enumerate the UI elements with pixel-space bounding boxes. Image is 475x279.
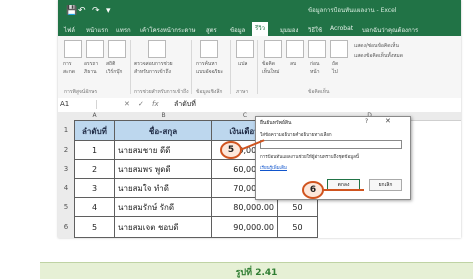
description-label: ใส่ข้อความอธิบายคำอธิบายทางเลือก xyxy=(260,133,332,138)
next-comment-button[interactable]: ถัด ไป xyxy=(332,60,338,76)
close-icon[interactable]: ✕ xyxy=(385,117,391,125)
row-header-6[interactable]: 6 xyxy=(58,217,75,238)
ribbon-divider xyxy=(191,40,192,94)
undo-icon[interactable]: ↶ xyxy=(78,5,86,17)
tab-formulas[interactable]: สูตร xyxy=(206,25,217,35)
step-6-marker: 6 xyxy=(302,181,324,199)
new-comment-button[interactable]: ข้อคิด เห็นใหม่ xyxy=(262,60,279,76)
spelling-icon[interactable] xyxy=(64,40,82,58)
tab-data[interactable]: ข้อมูล xyxy=(230,25,245,35)
ribbon-tabs: ไฟล์ หน้าแรก แทรก เค้าโครงหน้ากระดาษ สูต… xyxy=(58,22,461,36)
table-cell[interactable]: 2 xyxy=(74,160,115,179)
alt-text-dialog: ยืนยันทรัพย์สิน ? ✕ ใส่ข้อความอธิบายคำอธ… xyxy=(255,116,411,200)
show-all-comments-button[interactable]: แสดงข้อคิดเห็นทั้งหมด xyxy=(354,52,403,60)
translate-icon[interactable] xyxy=(236,40,254,58)
table-cell[interactable]: นายสมพร พูดดี xyxy=(115,160,212,179)
group-proofing-label: การพิสูจน์อักษร xyxy=(64,89,98,95)
thesaurus-icon[interactable] xyxy=(86,40,104,58)
tab-help[interactable]: วิธีใช้ xyxy=(308,25,322,35)
step-6-pointer xyxy=(322,189,364,191)
formula-input[interactable]: ลำดับที่ xyxy=(174,100,196,109)
customize-toolbar-icon[interactable]: ▾ xyxy=(106,5,111,17)
window-title: ข้อมูลการป้อนทันแผลงาน - Excel xyxy=(308,7,397,14)
title-bar: 💾 ↶ ↷ ▾ ข้อมูลการป้อนทันแผลงาน - Excel xyxy=(58,0,461,22)
tab-page-layout[interactable]: เค้าโครงหน้ากระดาษ xyxy=(140,25,196,35)
name-box[interactable]: A1 xyxy=(60,100,97,109)
tab-insert[interactable]: แทรก xyxy=(116,25,131,35)
table-cell[interactable]: 50 xyxy=(278,217,318,238)
check-accessibility-button[interactable]: ตรวจสอบการช่วย สำหรับการเข้าถึง xyxy=(134,60,173,76)
table-header-name[interactable]: ชื่อ-สกุล xyxy=(115,120,212,141)
thesaurus-button[interactable]: อรรถา ภิธาน xyxy=(84,60,98,76)
table-cell[interactable]: 5 xyxy=(74,217,115,238)
ribbon-divider xyxy=(230,40,231,94)
row-header-2[interactable]: 2 xyxy=(58,141,75,161)
check-accessibility-icon[interactable] xyxy=(148,40,166,58)
delete-comment-button[interactable]: ลบ xyxy=(290,60,296,68)
learn-more-link[interactable]: เรียนรู้เพิ่มเติม xyxy=(260,164,287,171)
group-language-label: ภาษา xyxy=(236,89,249,95)
cancel-icon[interactable]: ✕ xyxy=(124,100,130,109)
description-input[interactable] xyxy=(260,140,402,149)
table-cell[interactable]: นายสมชาย ดีดี xyxy=(115,141,212,160)
table-cell[interactable]: 1 xyxy=(74,141,115,160)
previous-comment-button[interactable]: ก่อน หน้า xyxy=(310,60,320,76)
smart-lookup-button[interactable]: การค้นหา แบบอัจฉริยะ xyxy=(196,60,223,76)
table-cell[interactable]: นายสมเจต ชอบดี xyxy=(115,217,212,238)
smart-lookup-icon[interactable] xyxy=(200,40,218,58)
save-icon[interactable]: 💾 xyxy=(66,5,77,17)
table-cell[interactable]: 50 xyxy=(278,198,318,217)
spelling-button[interactable]: การ สะกด xyxy=(63,60,75,76)
tab-home[interactable]: หน้าแรก xyxy=(86,25,108,35)
tab-file[interactable]: ไฟล์ xyxy=(64,25,75,35)
cancel-button[interactable]: ยกเลิก xyxy=(369,179,402,191)
translate-button[interactable]: แปล xyxy=(238,60,247,68)
caption-bar: รูปที่ 2.41 xyxy=(40,262,473,279)
ribbon-divider xyxy=(130,40,131,94)
formula-bar: A1 ✕ ✓ fx ลำดับที่ xyxy=(58,98,461,113)
row-header-1[interactable]: 1 xyxy=(58,120,75,142)
row-header-5[interactable]: 5 xyxy=(58,198,75,218)
ribbon-review: การ สะกด อรรถา ภิธาน สถิติ เวิร์กบุ๊ก กา… xyxy=(58,36,461,99)
tab-acrobat[interactable]: Acrobat xyxy=(330,25,353,32)
tab-review[interactable]: รีวิว xyxy=(252,22,268,36)
redo-icon[interactable]: ↷ xyxy=(92,5,100,17)
workbook-stats-button[interactable]: สถิติ เวิร์กบุ๊ก xyxy=(106,60,122,76)
workbook-stats-icon[interactable] xyxy=(108,40,126,58)
enter-icon[interactable]: ✓ xyxy=(138,100,144,109)
table-cell[interactable]: 4 xyxy=(74,198,115,217)
table-header-no[interactable]: ลำดับที่ xyxy=(74,120,115,141)
table-cell[interactable]: นายสมรักษ์ รักดี xyxy=(115,198,212,217)
table-cell[interactable]: นายสมใจ ทำดี xyxy=(115,179,212,198)
tell-me-search[interactable]: บอกฉันว่าคุณต้องการ xyxy=(362,25,418,35)
table-cell[interactable]: 3 xyxy=(74,179,115,198)
show-hide-comment-button[interactable]: แสดง/ซ่อนข้อคิดเห็น xyxy=(354,42,399,50)
dialog-help-text: การป้อนทันแผลงานช่วยให้ผู้อ่านทราบถึงชุด… xyxy=(260,155,360,160)
group-insights-label: ข้อมูลเชิงลึก xyxy=(196,89,223,95)
table-cell[interactable]: 80,000.00 xyxy=(212,198,278,217)
ribbon-divider xyxy=(257,40,258,94)
help-icon[interactable]: ? xyxy=(365,118,368,125)
table-cell[interactable]: 90,000.00 xyxy=(212,217,278,238)
insert-function-icon[interactable]: fx xyxy=(152,100,159,109)
row-header-3[interactable]: 3 xyxy=(58,160,75,180)
next-comment-icon[interactable] xyxy=(330,40,348,58)
new-comment-icon[interactable] xyxy=(264,40,282,58)
row-header-4[interactable]: 4 xyxy=(58,179,75,199)
figure-caption: รูปที่ 2.41 xyxy=(235,268,278,278)
group-comments-label: ข้อคิดเห็น xyxy=(308,89,330,95)
group-accessibility-label: การช่วยสำหรับการเข้าถึง xyxy=(134,89,189,95)
previous-comment-icon[interactable] xyxy=(308,40,326,58)
dialog-title: ยืนยันทรัพย์สิน xyxy=(260,120,292,126)
step-5-marker: 5 xyxy=(220,141,242,159)
tab-view[interactable]: มุมมอง xyxy=(280,25,298,35)
delete-comment-icon[interactable] xyxy=(286,40,304,58)
